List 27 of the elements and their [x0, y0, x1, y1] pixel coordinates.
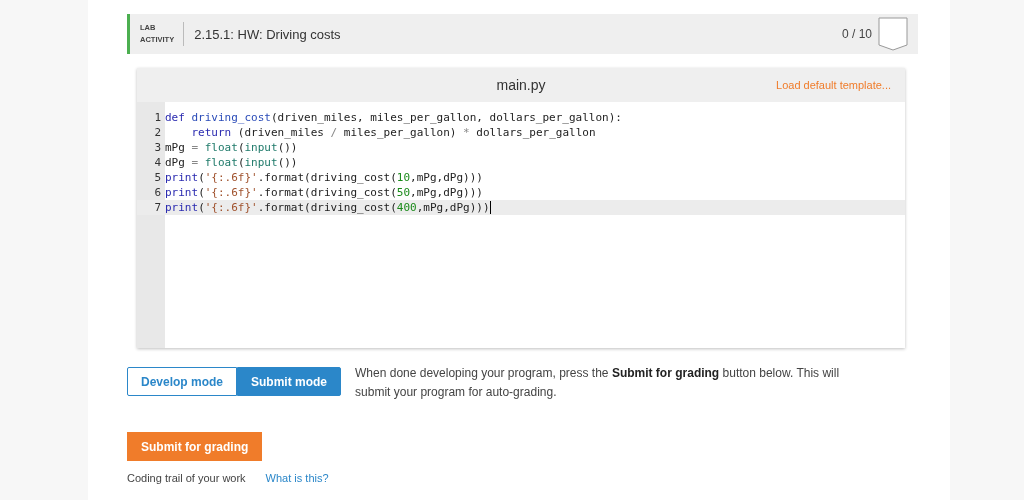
submit-button[interactable]: Submit for grading [127, 432, 263, 461]
code-line: print('{:.6f}'.format(driving_cost(400,mPg,dPg))) [165, 201, 490, 214]
trail-label: Coding trail of your work [127, 471, 246, 485]
line-number: 3 [153, 141, 162, 154]
code-editor[interactable] [137, 68, 905, 348]
line-number: 5 [153, 171, 162, 184]
load-template-link[interactable]: Load default template... [776, 79, 891, 91]
line-number: 7 [153, 201, 162, 214]
badge-icon [878, 17, 908, 51]
code-line: print('{:.6f}'.format(driving_cost(10,mPg,dPg))) [165, 171, 483, 184]
mode-tab[interactable]: Develop mode [127, 367, 238, 396]
code-line: print('{:.6f}'.format(driving_cost(50,mPg,dPg))) [165, 186, 483, 199]
score-text: 0 / 10 [841, 27, 872, 41]
activity-title: 2.15.1: HW: Driving costs [194, 26, 342, 42]
code-line: def driving_cost(driven_miles, miles_per_gallon, dollars_per_gallon): [165, 111, 622, 124]
line-number: 6 [153, 186, 162, 199]
line-number: 2 [153, 126, 162, 139]
code-line: return (driven_miles / miles_per_gallon) * dollars_per_gallon [190, 126, 596, 139]
code-line: mPg = float(input()) [165, 141, 298, 154]
file-name: main.py [496, 77, 546, 93]
line-number: 1 [153, 111, 162, 124]
instructions-text: When done developing your program, press the Submit for grading button below. This will submit your program for auto-grading. [355, 365, 841, 401]
text-cursor [489, 201, 491, 214]
what-is-this-link[interactable]: What is this? [265, 471, 329, 485]
line-number: 4 [153, 156, 162, 169]
code-line: dPg = float(input()) [165, 156, 298, 169]
mode-tab[interactable]: Submit mode [237, 367, 342, 396]
